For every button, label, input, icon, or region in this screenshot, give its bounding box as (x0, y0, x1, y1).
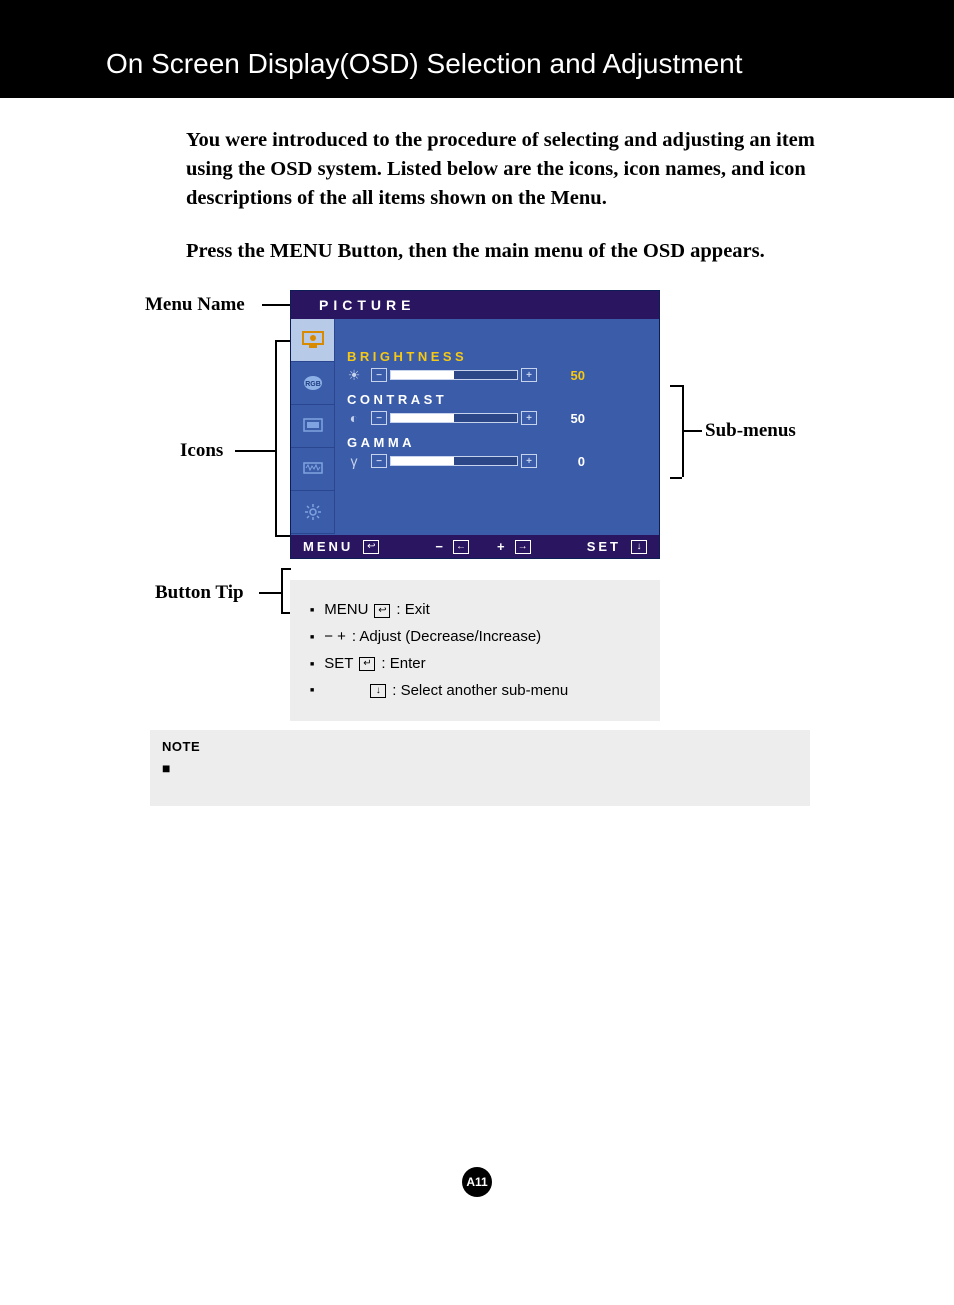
page-header: On Screen Display(OSD) Selection and Adj… (0, 0, 954, 98)
intro-para-2: Press the MENU Button, then the main men… (186, 237, 866, 266)
anno-button-tip: Button Tip (155, 582, 244, 604)
tip-text: : Exit (396, 598, 429, 623)
anno-sub-menus: Sub-menus (705, 420, 796, 442)
svg-text:RGB: RGB (305, 381, 321, 388)
enter-icon: ↵ (359, 657, 375, 671)
tracking-icon[interactable] (291, 448, 335, 491)
exit-icon: ↩ (374, 604, 390, 618)
down-icon: ↓ (370, 684, 386, 698)
slider-value: 50 (553, 368, 585, 383)
osd-title: PICTURE (291, 291, 659, 319)
increase-button[interactable]: + (521, 368, 537, 382)
footer-plus: + (497, 539, 505, 554)
tip-row: ■ − + : Adjust (Decrease/Increase) (310, 625, 644, 650)
setup-icon[interactable] (291, 491, 335, 534)
tip-text: : Enter (381, 652, 425, 677)
slider-glyph-icon: γ (343, 453, 365, 469)
osd-diagram: Menu Name Icons Button Tip Sub-menus PIC… (150, 290, 870, 730)
anno-icons: Icons (180, 440, 223, 462)
slider-glyph-icon: ◐ (343, 410, 365, 426)
slider-glyph-icon: ☀ (343, 367, 365, 384)
note-heading: NOTE (162, 739, 200, 754)
button-tip-box: ■ MENU ↩ : Exit ■ − + : Adjust (Decrease/Incre… (290, 580, 660, 721)
tip-text: : Adjust (Decrease/Increase) (352, 625, 541, 650)
decrease-button[interactable]: − (371, 368, 387, 382)
osd-panel: PICTURE RGB BRIGHTNESS☀−+50CONT (290, 290, 660, 559)
osd-icon-column: RGB (291, 319, 335, 535)
slider-value: 50 (553, 411, 585, 426)
increase-button[interactable]: + (521, 454, 537, 468)
position-icon[interactable] (291, 405, 335, 448)
tip-lead: MENU (324, 598, 368, 623)
bullet-icon: ■ (310, 605, 314, 617)
slider-track[interactable] (390, 456, 518, 466)
increase-button[interactable]: + (521, 411, 537, 425)
slider-brightness: BRIGHTNESS ☀− +50 (343, 349, 651, 384)
intro-text: You were introduced to the procedure of … (186, 126, 866, 266)
footer-minus: − (435, 539, 443, 554)
page-number: A11 (462, 1167, 492, 1197)
tip-text: : Select another sub-menu (392, 679, 568, 704)
down-arrow-icon: ↓ (631, 540, 647, 554)
slider-value: 0 (553, 454, 585, 469)
slider-gamma: GAMMA γ− +0 (343, 435, 651, 470)
note-box: NOTE ■ (150, 730, 810, 806)
tip-row: ■ ↓ : Select another sub-menu (310, 679, 644, 704)
footer-set-label: SET (587, 539, 621, 554)
slider-label: BRIGHTNESS (347, 349, 651, 364)
tip-lead: SET (324, 652, 353, 677)
left-arrow-icon: ← (453, 540, 469, 554)
tip-row: ■ SET ↵ : Enter (310, 652, 644, 677)
tip-row: ■ MENU ↩ : Exit (310, 598, 644, 623)
osd-footer-bar: MENU ↩ −← + → SET ↓ (291, 535, 659, 558)
tip-lead: − + (324, 625, 346, 650)
picture-icon[interactable] (291, 319, 335, 362)
bullet-icon: ■ (310, 685, 314, 697)
intro-para-1: You were introduced to the procedure of … (186, 126, 866, 213)
footer-menu-label: MENU (303, 539, 353, 554)
bullet-icon: ■ (310, 659, 314, 671)
right-arrow-icon: → (515, 540, 531, 554)
slider-contrast: CONTRAST ◐− +50 (343, 392, 651, 427)
osd-body: RGB BRIGHTNESS☀−+50CONTRAST◐−+50GAMMAγ−+… (291, 319, 659, 535)
note-bullet: ■ (162, 760, 170, 776)
slider-track[interactable] (390, 413, 518, 423)
osd-sliders: BRIGHTNESS☀−+50CONTRAST◐−+50GAMMAγ−+0 (335, 319, 659, 535)
anno-menu-name: Menu Name (145, 294, 245, 316)
decrease-button[interactable]: − (371, 454, 387, 468)
decrease-button[interactable]: − (371, 411, 387, 425)
slider-label: CONTRAST (347, 392, 651, 407)
color-icon[interactable]: RGB (291, 362, 335, 405)
page-title: On Screen Display(OSD) Selection and Adj… (106, 48, 954, 80)
exit-icon: ↩ (363, 540, 379, 554)
slider-label: GAMMA (347, 435, 651, 450)
slider-track[interactable] (390, 370, 518, 380)
bullet-icon: ■ (310, 632, 314, 644)
